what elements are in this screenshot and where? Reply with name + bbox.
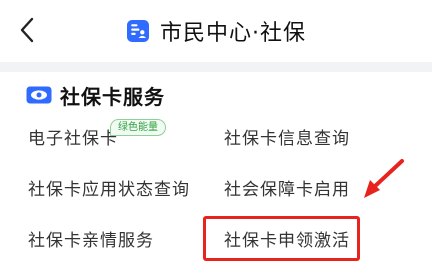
card-family-service-item[interactable]: 社保卡亲情服务 <box>28 230 154 252</box>
green-energy-badge: 绿色能量 <box>110 119 166 136</box>
page-title-group: 市民中心·社保 <box>0 14 432 48</box>
social-security-card-services-panel: 社保卡服务 电子社保卡 绿色能量 社保卡信息查询 社保卡应用状态查询 社会保障卡… <box>0 72 432 279</box>
top-navigation-bar: 市民中心·社保 <box>0 0 432 62</box>
social-security-card-info-query-item[interactable]: 社保卡信息查询 <box>224 128 350 150</box>
electronic-social-security-card-item[interactable]: 电子社保卡 <box>28 128 118 150</box>
section-title: 社保卡服务 <box>60 84 165 109</box>
eye-card-icon <box>26 86 52 104</box>
page-title: 市民中心·社保 <box>160 21 306 46</box>
section-divider <box>0 62 432 72</box>
section-header: 社保卡服务 <box>26 78 165 112</box>
id-card-icon <box>127 20 149 42</box>
card-application-status-query-item[interactable]: 社保卡应用状态查询 <box>28 179 190 201</box>
highlight-box <box>203 216 360 261</box>
social-security-card-activation-item[interactable]: 社会保障卡启用 <box>224 179 350 201</box>
red-arrow-icon <box>364 159 404 198</box>
